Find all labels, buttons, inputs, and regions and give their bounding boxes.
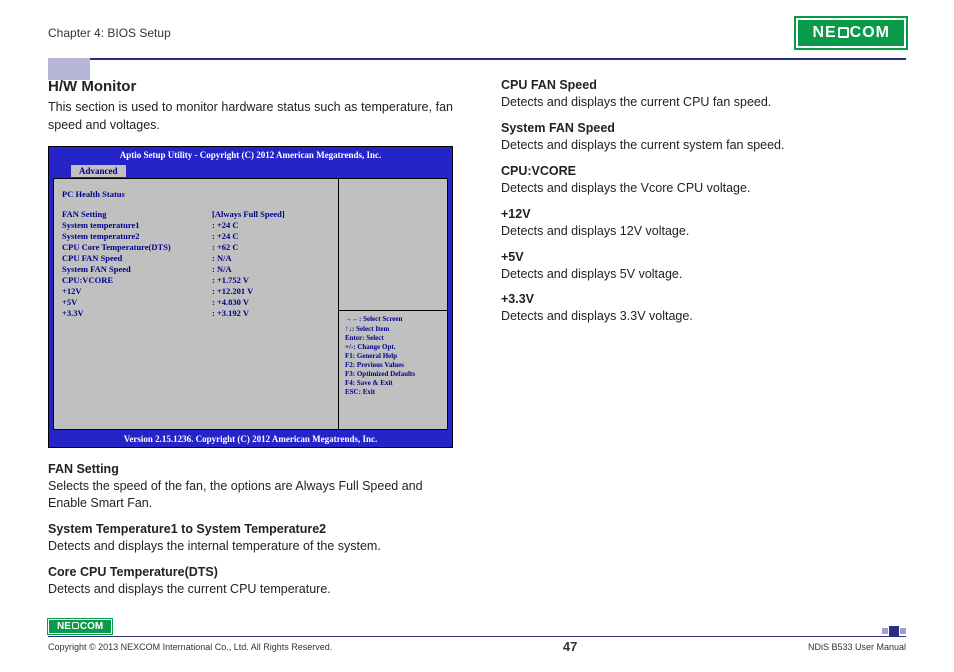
item-title: +5V — [501, 250, 906, 264]
bios-key: CPU:VCORE — [62, 275, 212, 286]
bios-row: System temperature2: +24 C — [62, 231, 330, 242]
nexcom-logo: NE COM — [796, 18, 906, 48]
item-desc: Detects and displays 5V voltage. — [501, 266, 906, 283]
bios-health-header: PC Health Status — [62, 189, 330, 199]
item-desc: Detects and displays 3.3V voltage. — [501, 308, 906, 325]
bios-help-line: F1: General Help — [345, 352, 441, 361]
bios-help-line: F2: Previous Values — [345, 361, 441, 370]
item-title: CPU:VCORE — [501, 164, 906, 178]
item-title: Core CPU Temperature(DTS) — [48, 565, 453, 579]
bios-row: FAN Setting[Always Full Speed] — [62, 209, 330, 220]
logo-x-icon — [838, 27, 849, 38]
item-desc: Detects and displays the current CPU fan… — [501, 94, 906, 111]
bios-tab-advanced: Advanced — [71, 165, 126, 177]
bios-val: : N/A — [212, 253, 232, 264]
bios-key: CPU Core Temperature(DTS) — [62, 242, 212, 253]
item-desc: Detects and displays the current system … — [501, 137, 906, 154]
bios-val: : +4.830 V — [212, 297, 249, 308]
bios-key: System FAN Speed — [62, 264, 212, 275]
tab-marker — [48, 58, 90, 80]
bios-version: Version 2.15.1236. Copyright (C) 2012 Am… — [49, 432, 452, 447]
bios-help-keys: →←: Select Screen↑↓: Select ItemEnter: S… — [339, 311, 447, 429]
bios-key: System temperature1 — [62, 220, 212, 231]
item-title: FAN Setting — [48, 462, 453, 476]
chapter-label: Chapter 4: BIOS Setup — [48, 26, 171, 40]
logo-x-icon — [72, 622, 79, 629]
section-title: H/W Monitor — [48, 78, 453, 95]
section-intro: This section is used to monitor hardware… — [48, 99, 453, 134]
header-rule — [48, 58, 906, 60]
bios-row: CPU Core Temperature(DTS): +62 C — [62, 242, 330, 253]
bios-help-empty — [339, 179, 447, 311]
item-title: System FAN Speed — [501, 121, 906, 135]
bios-row: CPU FAN Speed: N/A — [62, 253, 330, 264]
item-title: +3.3V — [501, 292, 906, 306]
bios-val: : +24 C — [212, 220, 239, 231]
item-desc: Detects and displays the Vcore CPU volta… — [501, 180, 906, 197]
bios-help-line: F4: Save & Exit — [345, 379, 441, 388]
bios-row: +12V: +12.201 V — [62, 286, 330, 297]
logo-pre: NE — [812, 24, 836, 42]
bios-key: +5V — [62, 297, 212, 308]
item-title: System Temperature1 to System Temperatur… — [48, 522, 453, 536]
bios-row: System FAN Speed: N/A — [62, 264, 330, 275]
item-title: +12V — [501, 207, 906, 221]
item-desc: Detects and displays 12V voltage. — [501, 223, 906, 240]
footer-rule — [48, 636, 906, 637]
bios-screenshot: Aptio Setup Utility - Copyright (C) 2012… — [48, 146, 453, 448]
item-title: CPU FAN Speed — [501, 78, 906, 92]
bios-help-line: F3: Optimized Defaults — [345, 370, 441, 379]
footer-logo: NE COM — [48, 619, 112, 634]
bios-row: System temperature1: +24 C — [62, 220, 330, 231]
bios-row: +3.3V: +3.192 V — [62, 308, 330, 319]
bios-val: [Always Full Speed] — [212, 209, 285, 220]
bios-key: System temperature2 — [62, 231, 212, 242]
bios-help-line: ↑↓: Select Item — [345, 325, 441, 334]
item-desc: Detects and displays the current CPU tem… — [48, 581, 453, 598]
bios-row: +5V: +4.830 V — [62, 297, 330, 308]
bios-key: +12V — [62, 286, 212, 297]
bios-key: FAN Setting — [62, 209, 212, 220]
bios-val: : +1.752 V — [212, 275, 249, 286]
item-desc: Selects the speed of the fan, the option… — [48, 478, 453, 512]
bios-val: : +24 C — [212, 231, 239, 242]
bios-key: +3.3V — [62, 308, 212, 319]
bios-val: : +62 C — [212, 242, 239, 253]
bios-val: : +3.192 V — [212, 308, 249, 319]
bios-help-line: ESC: Exit — [345, 388, 441, 397]
bios-row: CPU:VCORE: +1.752 V — [62, 275, 330, 286]
bios-val: : N/A — [212, 264, 232, 275]
bios-key: CPU FAN Speed — [62, 253, 212, 264]
logo-post: COM — [80, 621, 103, 632]
bios-help-line: +/-: Change Opt. — [345, 343, 441, 352]
logo-pre: NE — [57, 621, 71, 632]
item-desc: Detects and displays the internal temper… — [48, 538, 453, 555]
bios-help-line: →←: Select Screen — [345, 315, 441, 324]
footer-doc: NDiS B533 User Manual — [808, 642, 906, 652]
logo-post: COM — [850, 24, 890, 42]
footer-copyright: Copyright © 2013 NEXCOM International Co… — [48, 642, 332, 652]
bios-help-line: Enter: Select — [345, 334, 441, 343]
page-number: 47 — [563, 639, 577, 654]
bios-val: : +12.201 V — [212, 286, 253, 297]
bios-utility-title: Aptio Setup Utility - Copyright (C) 2012… — [49, 147, 452, 163]
